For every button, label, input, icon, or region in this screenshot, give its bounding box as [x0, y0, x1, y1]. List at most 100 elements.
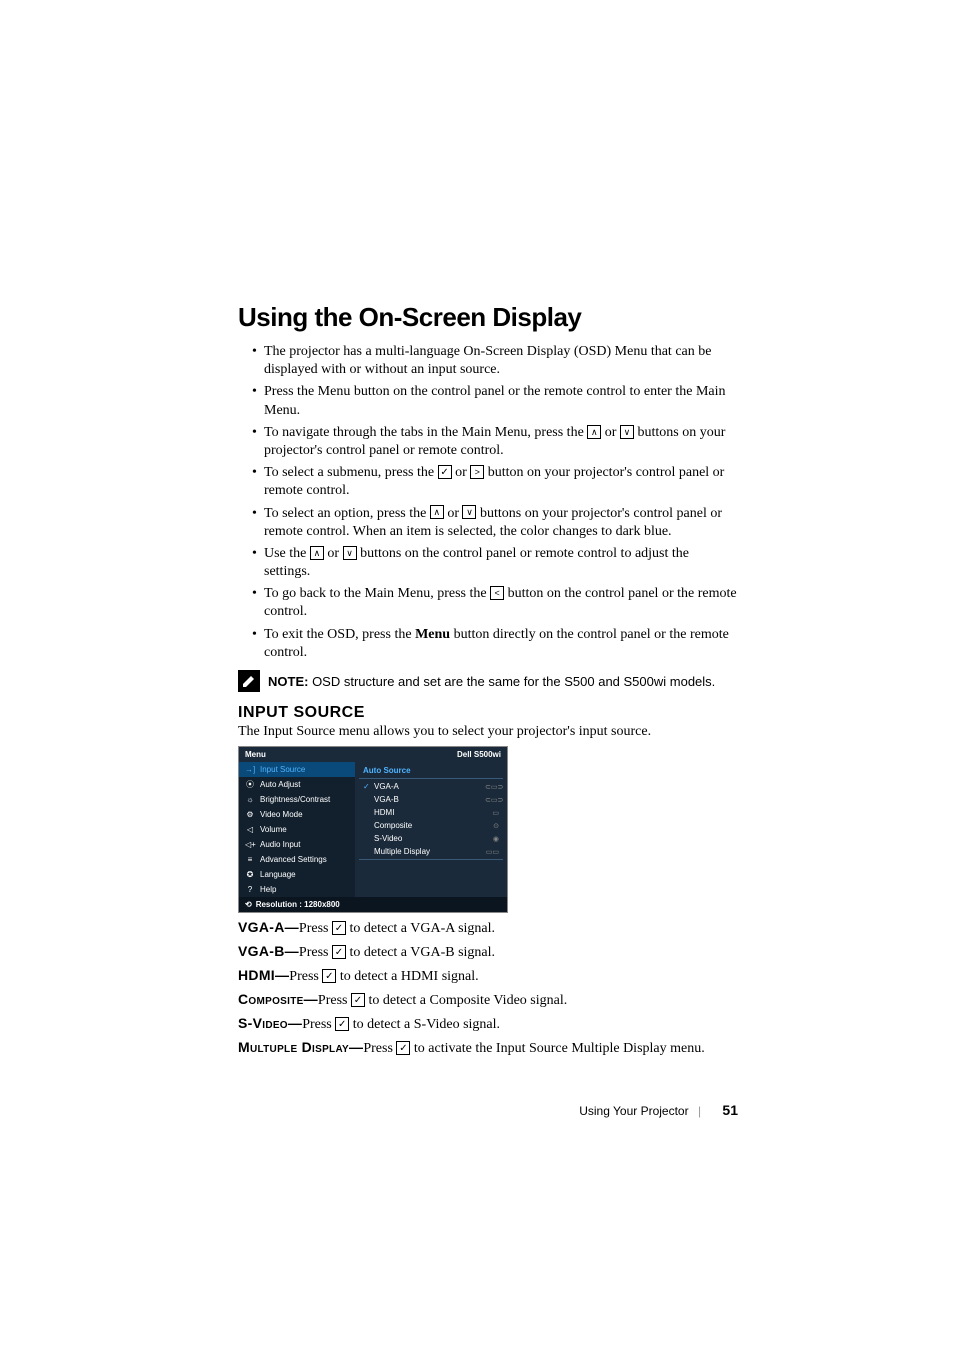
description-label: S-Video— [238, 1015, 302, 1031]
bullet-item: Use the or buttons on the control panel … [252, 545, 738, 581]
description-pre: Press [299, 921, 332, 936]
osd-right-item-label: Composite [371, 821, 485, 830]
bullet-text: To select a submenu, press the [264, 465, 438, 480]
osd-left-item-icon: ✪ [245, 870, 255, 879]
osd-left-item: ⚙ Video Mode [239, 807, 355, 822]
osd-left-item-label: Brightness/Contrast [260, 795, 330, 804]
description-post: to detect a Composite Video signal. [365, 993, 567, 1008]
port-icon: ⊙ [485, 822, 499, 830]
osd-separator [359, 859, 503, 860]
description-line: Multuple Display—Press to activate the I… [238, 1039, 738, 1057]
check-icon [332, 921, 346, 935]
osd-left-item-label: Language [260, 870, 296, 879]
description-line: S-Video—Press to detect a S-Video signal… [238, 1015, 738, 1033]
osd-left-item-icon: ⦿ [245, 779, 255, 790]
osd-left-item-icon: ◁+ [245, 840, 255, 849]
description-pre: Press [299, 945, 332, 960]
osd-left-item-icon: ☼ [245, 795, 255, 804]
check-icon [396, 1041, 410, 1055]
osd-screenshot: Menu Dell S500wi →] Input Source ⦿Auto Ad… [238, 746, 508, 913]
osd-header-right: Dell S500wi [457, 750, 501, 759]
osd-left-item-icon: ⚙ [245, 810, 255, 819]
description-label: HDMI— [238, 967, 289, 983]
osd-right-item-label: VGA-A [371, 782, 485, 791]
down-arrow-icon [462, 505, 476, 519]
description-line: VGA-A—Press to detect a VGA-A signal. [238, 919, 738, 937]
osd-left-item-label: Help [260, 885, 276, 894]
bullet-item: To navigate through the tabs in the Main… [252, 424, 738, 460]
osd-left-item: ✪ Language [239, 867, 355, 882]
bullet-text-bold: Menu [415, 627, 450, 642]
right-arrow-icon [470, 465, 484, 479]
description-pre: Press [318, 993, 351, 1008]
note-label: NOTE: [268, 674, 308, 689]
osd-right-item-label: Multiple Display [371, 847, 485, 856]
down-arrow-icon [343, 546, 357, 560]
bullet-text: Use the [264, 546, 310, 561]
description-line: Composite—Press to detect a Composite Vi… [238, 991, 738, 1009]
osd-left-item-icon: →] [245, 765, 255, 774]
osd-right-header: Auto Source [359, 764, 503, 777]
osd-left-item: ◁+Audio Input [239, 837, 355, 852]
osd-right-item: HDMI▭ [359, 806, 503, 819]
page-footer: Using Your Projector | 51 [238, 1102, 738, 1118]
description-label: VGA-B— [238, 943, 299, 959]
osd-left-item: ≡Advanced Settings [239, 852, 355, 867]
osd-left-item: ◁Volume [239, 822, 355, 837]
description-post: to detect a VGA-A signal. [346, 921, 495, 936]
note-block: NOTE: OSD structure and set are the same… [238, 670, 738, 692]
port-icon: ⊂▭⊃ [485, 796, 499, 804]
osd-left-item-icon: ◁ [245, 825, 255, 834]
check-icon: ✓ [363, 782, 371, 791]
osd-right-item: Composite⊙ [359, 819, 503, 832]
up-arrow-icon [310, 546, 324, 560]
osd-right-item-label: HDMI [371, 808, 485, 817]
bullet-text: The projector has a multi-language On-Sc… [264, 344, 711, 377]
description-post: to activate the Input Source Multiple Di… [410, 1041, 704, 1056]
up-arrow-icon [587, 425, 601, 439]
bullet-item: To go back to the Main Menu, press the b… [252, 585, 738, 621]
check-icon [322, 969, 336, 983]
bullet-list: The projector has a multi-language On-Sc… [252, 343, 738, 662]
description-label: Multuple Display— [238, 1039, 363, 1055]
osd-left-item-icon: ? [245, 885, 255, 894]
bullet-item: To exit the OSD, press the Menu button d… [252, 626, 738, 662]
osd-left-item: →] Input Source [239, 762, 355, 777]
bullet-text: or [452, 465, 471, 480]
osd-footer: ⟲ Resolution : 1280x800 [239, 897, 507, 912]
osd-footer-icon: ⟲ [245, 900, 252, 909]
description-label: VGA-A— [238, 919, 299, 935]
osd-right-item: VGA-B⊂▭⊃ [359, 793, 503, 806]
osd-left-item-icon: ≡ [245, 855, 255, 864]
description-pre: Press [289, 969, 322, 984]
down-arrow-icon [620, 425, 634, 439]
section-heading: INPUT SOURCE [238, 704, 738, 722]
page-title: Using the On-Screen Display [238, 302, 738, 333]
port-icon: ⊂▭⊃ [485, 783, 499, 791]
page-number: 51 [722, 1102, 738, 1118]
description-line: VGA-B—Press to detect a VGA-B signal. [238, 943, 738, 961]
port-icon: ▭ [485, 809, 499, 817]
osd-header: Menu Dell S500wi [239, 747, 507, 762]
bullet-item: To select a submenu, press the or button… [252, 464, 738, 500]
bullet-item: Press the Menu button on the control pan… [252, 383, 738, 419]
footer-separator: | [698, 1104, 701, 1118]
description-pre: Press [302, 1017, 335, 1032]
osd-left-item-label: Video Mode [260, 810, 303, 819]
osd-separator [359, 778, 503, 779]
description-post: to detect a S-Video signal. [349, 1017, 500, 1032]
bullet-text: To go back to the Main Menu, press the [264, 586, 490, 601]
port-icon: ◉ [485, 835, 499, 843]
osd-left-item-label: Input Source [260, 765, 305, 774]
footer-section: Using Your Projector [579, 1104, 688, 1118]
osd-left-item: ⦿Auto Adjust [239, 777, 355, 792]
bullet-text: Press the Menu button on the control pan… [264, 384, 726, 417]
note-body: OSD structure and set are the same for t… [308, 674, 715, 689]
check-icon [332, 945, 346, 959]
bullet-text: To exit the OSD, press the [264, 627, 415, 642]
osd-left-menu: →] Input Source ⦿Auto Adjust ☼ Brightness/… [239, 762, 355, 897]
osd-right-item-label: VGA-B [371, 795, 485, 804]
osd-footer-text: Resolution : 1280x800 [256, 900, 340, 909]
check-icon [438, 465, 452, 479]
description-post: to detect a VGA-B signal. [346, 945, 495, 960]
